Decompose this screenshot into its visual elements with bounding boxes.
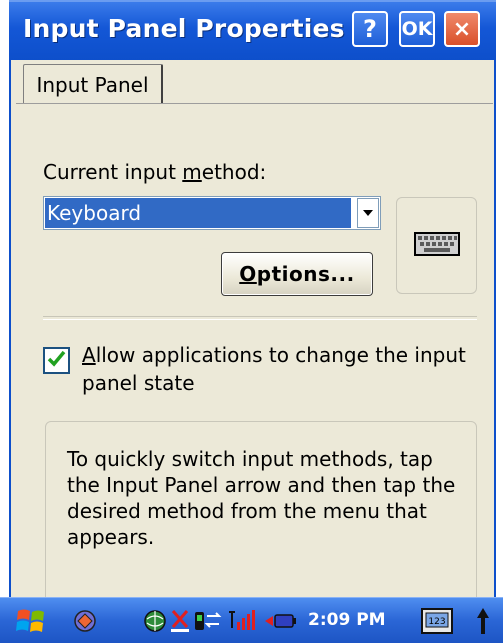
input-panel-icon[interactable]: 123 <box>420 598 454 643</box>
battery-icon[interactable] <box>263 598 297 643</box>
divider <box>43 316 477 320</box>
connection-icon[interactable] <box>193 598 225 643</box>
allow-change-label[interactable]: Allow applications to change the input p… <box>82 341 472 397</box>
close-button[interactable]: × <box>444 11 480 47</box>
dialog-body: Input Panel Current input method: Keyboa… <box>9 60 496 604</box>
keyboard-icon <box>413 231 460 260</box>
dropdown-arrow-icon[interactable] <box>357 198 379 228</box>
title-bar: Input Panel Properties ? OK × <box>9 0 496 60</box>
svg-text:123: 123 <box>428 617 445 627</box>
input-method-dropdown[interactable]: Keyboard <box>43 196 381 230</box>
start-icon[interactable] <box>16 598 46 643</box>
info-text: To quickly switch input methods, tap the… <box>67 447 456 549</box>
checkmark-icon <box>47 350 66 371</box>
options-button[interactable]: Options... <box>221 252 373 296</box>
clock[interactable]: 2:09 PM <box>308 610 386 630</box>
tab-panel: Current input method: Keyboard Options.. <box>16 103 493 604</box>
help-button[interactable]: ? <box>352 11 388 47</box>
network-error-icon[interactable] <box>170 598 190 643</box>
input-method-icon-box <box>396 197 477 294</box>
ok-button[interactable]: OK <box>399 11 435 47</box>
current-input-method-label: Current input method: <box>43 160 267 184</box>
globe-icon[interactable] <box>143 598 167 643</box>
signal-icon[interactable] <box>227 598 259 643</box>
info-box: To quickly switch input methods, tap the… <box>45 421 477 604</box>
up-arrow-icon[interactable] <box>476 598 490 643</box>
tab-input-panel[interactable]: Input Panel <box>23 64 163 104</box>
taskbar: 2:09 PM 123 <box>0 597 503 643</box>
sync-icon[interactable] <box>72 598 98 643</box>
window-title: Input Panel Properties <box>23 14 345 43</box>
input-method-selected: Keyboard <box>45 198 351 228</box>
allow-change-checkbox[interactable] <box>43 347 70 374</box>
